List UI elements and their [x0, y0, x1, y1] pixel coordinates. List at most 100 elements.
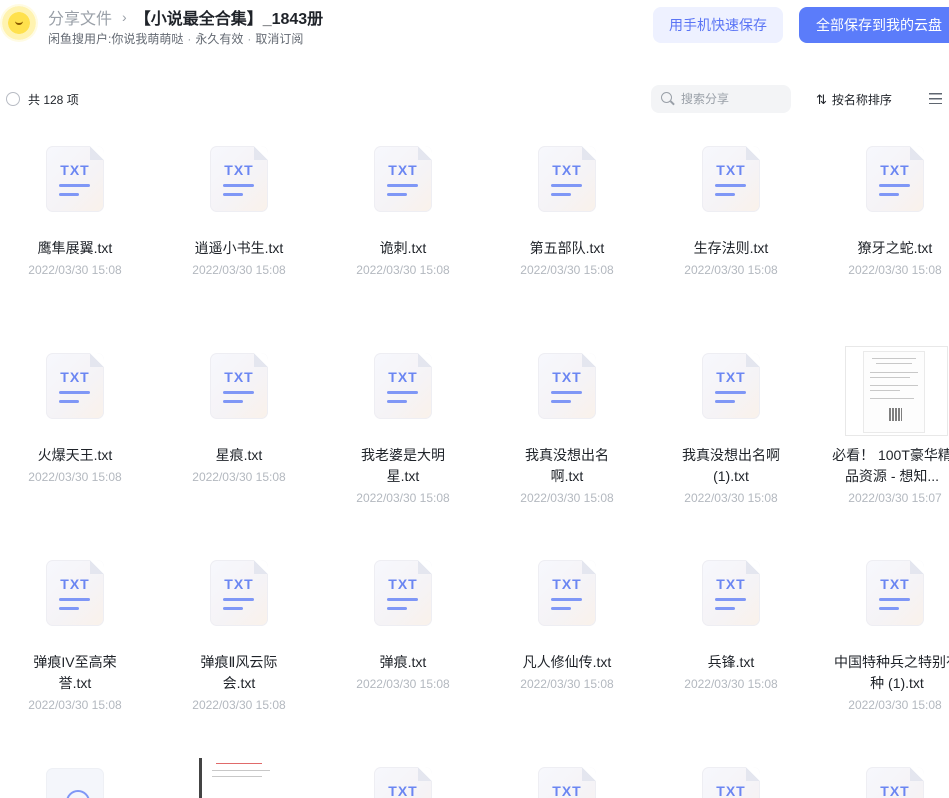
select-all-checkbox[interactable]	[6, 92, 20, 106]
separator-dot: ·	[247, 32, 252, 46]
file-time: 2022/03/30 15:08	[848, 263, 942, 277]
file-time: 2022/03/30 15:08	[356, 263, 450, 277]
file-type-label: TXT	[552, 576, 582, 592]
txt-file-icon: TXT	[374, 560, 432, 626]
txt-file-icon: TXT	[46, 560, 104, 626]
file-time: 2022/03/30 15:08	[684, 677, 778, 691]
breadcrumb: 分享文件 › 【小说最全合集】_1843册	[48, 5, 323, 29]
file-tile[interactable]: TXT 中国特种兵之特别有种 (1).txt 2022/03/30 15:08	[820, 554, 949, 734]
file-type-label: TXT	[552, 162, 582, 178]
sharer-avatar[interactable]	[0, 4, 38, 42]
txt-file-icon: TXT	[210, 560, 268, 626]
file-time: 2022/03/30 15:08	[28, 698, 122, 712]
file-time: 2022/03/30 15:08	[28, 263, 122, 277]
image-thumbnail[interactable]	[199, 758, 279, 798]
search-input[interactable]	[681, 92, 781, 106]
file-type-label: TXT	[716, 576, 746, 592]
breadcrumb-root-link[interactable]: 分享文件	[48, 5, 112, 29]
file-name: 我老婆是大明星.txt	[361, 447, 445, 484]
validity-text: 永久有效	[195, 32, 244, 46]
file-time: 2022/03/30 15:08	[520, 677, 614, 691]
file-tile[interactable]: TXT 獠牙之蛇.txt 2022/03/30 15:08	[820, 140, 949, 300]
save-all-button[interactable]: 全部保存到我的云盘	[799, 7, 949, 43]
file-tile[interactable]: TXT	[820, 761, 949, 798]
file-name: 火爆天王.txt	[37, 447, 113, 463]
file-tile[interactable]: TXT 弹痕Ⅱ风云际会.txt 2022/03/30 15:08	[164, 554, 314, 734]
file-tile[interactable]: TXT	[656, 761, 806, 798]
file-type-label: TXT	[224, 369, 254, 385]
item-count: 共 128 项	[28, 93, 79, 107]
file-time: 2022/03/30 15:08	[520, 491, 614, 505]
file-name: 中国特种兵之特别有种 (1).txt	[834, 654, 949, 691]
txt-file-icon: TXT	[374, 767, 432, 798]
file-toolbar: 共 128 项 ⇅ 按名称排序	[0, 84, 949, 114]
file-name: 星痕.txt	[215, 447, 263, 463]
file-type-label: TXT	[716, 783, 746, 798]
txt-file-icon: TXT	[538, 767, 596, 798]
file-name: 我真没想出名啊.txt	[525, 447, 609, 484]
search-icon	[661, 92, 675, 106]
phone-save-button[interactable]: 用手机快速保存	[653, 7, 783, 43]
txt-file-icon: TXT	[46, 353, 104, 419]
file-tile[interactable]: TXT 火爆天王.txt 2022/03/30 15:08	[0, 347, 150, 527]
file-name: 必看！ 100T豪华精品资源 - 想知...	[832, 447, 949, 484]
txt-file-icon: TXT	[866, 146, 924, 212]
txt-file-icon: TXT	[866, 767, 924, 798]
file-tile[interactable]: TXT 我真没想出名啊.txt 2022/03/30 15:08	[492, 347, 642, 527]
file-tile[interactable]: TXT 第五部队.txt 2022/03/30 15:08	[492, 140, 642, 300]
file-type-label: TXT	[388, 369, 418, 385]
list-view-menu-icon[interactable]	[929, 93, 942, 104]
txt-file-icon: TXT	[702, 353, 760, 419]
share-header: 分享文件 › 【小说最全合集】_1843册 闲鱼搜用户:你说我萌萌哒 · 永久有效 ·…	[0, 0, 949, 60]
document-thumbnail	[845, 346, 948, 436]
txt-file-icon: TXT	[538, 560, 596, 626]
search-box[interactable]	[651, 85, 791, 113]
file-tile[interactable]: TXT 我真没想出名啊(1).txt 2022/03/30 15:08	[656, 347, 806, 527]
file-type-label: TXT	[388, 162, 418, 178]
file-tile[interactable]: TXT 生存法则.txt 2022/03/30 15:08	[656, 140, 806, 300]
file-tile[interactable]: TXT 弹痕IV至高荣誉.txt 2022/03/30 15:08	[0, 554, 150, 734]
sort-button[interactable]: ⇅ 按名称排序	[816, 91, 892, 108]
file-type-label: TXT	[716, 369, 746, 385]
file-type-label: TXT	[880, 576, 910, 592]
file-tile[interactable]: TXT 兵锋.txt 2022/03/30 15:08	[656, 554, 806, 734]
unsubscribe-link[interactable]: 取消订阅	[255, 32, 303, 46]
file-name: 生存法则.txt	[693, 240, 769, 256]
share-meta: 闲鱼搜用户:你说我萌萌哒 · 永久有效 · 取消订阅	[48, 30, 303, 47]
file-type-label: TXT	[224, 576, 254, 592]
file-tile[interactable]: TXT	[328, 761, 478, 798]
file-icon[interactable]	[46, 768, 104, 798]
file-name: 弹痕.txt	[379, 654, 427, 670]
file-name: 獠牙之蛇.txt	[857, 240, 933, 256]
file-tile[interactable]: TXT 凡人修仙传.txt 2022/03/30 15:08	[492, 554, 642, 734]
file-time: 2022/03/30 15:07	[848, 491, 942, 505]
file-name: 弹痕IV至高荣誉.txt	[33, 654, 117, 691]
qr-code-icon	[889, 408, 902, 421]
txt-file-icon: TXT	[538, 146, 596, 212]
file-type-label: TXT	[60, 576, 90, 592]
file-time: 2022/03/30 15:08	[192, 698, 286, 712]
file-time: 2022/03/30 15:08	[356, 491, 450, 505]
file-name: 我真没想出名啊(1).txt	[682, 447, 780, 484]
file-type-label: TXT	[880, 783, 910, 798]
file-time: 2022/03/30 15:08	[28, 470, 122, 484]
file-tile[interactable]: TXT 诡刺.txt 2022/03/30 15:08	[328, 140, 478, 300]
file-tile[interactable]: TXT 我老婆是大明星.txt 2022/03/30 15:08	[328, 347, 478, 527]
file-time: 2022/03/30 15:08	[356, 677, 450, 691]
file-tile[interactable]: TXT	[492, 761, 642, 798]
txt-file-icon: TXT	[866, 560, 924, 626]
file-tile[interactable]: TXT 弹痕.txt 2022/03/30 15:08	[328, 554, 478, 734]
file-tile[interactable]: TXT 鹰隼展翼.txt 2022/03/30 15:08	[0, 140, 150, 300]
file-type-label: TXT	[880, 162, 910, 178]
file-type-label: TXT	[388, 783, 418, 798]
file-time: 2022/03/30 15:08	[192, 470, 286, 484]
file-time: 2022/03/30 15:08	[848, 698, 942, 712]
file-type-label: TXT	[60, 369, 90, 385]
share-title: 【小说最全合集】_1843册	[134, 11, 324, 28]
file-name: 逍遥小书生.txt	[194, 240, 284, 256]
file-time: 2022/03/30 15:08	[684, 491, 778, 505]
file-tile[interactable]: TXT 逍遥小书生.txt 2022/03/30 15:08	[164, 140, 314, 300]
file-tile[interactable]: TXT 星痕.txt 2022/03/30 15:08	[164, 347, 314, 527]
txt-file-icon: TXT	[374, 353, 432, 419]
file-name: 兵锋.txt	[707, 654, 755, 670]
